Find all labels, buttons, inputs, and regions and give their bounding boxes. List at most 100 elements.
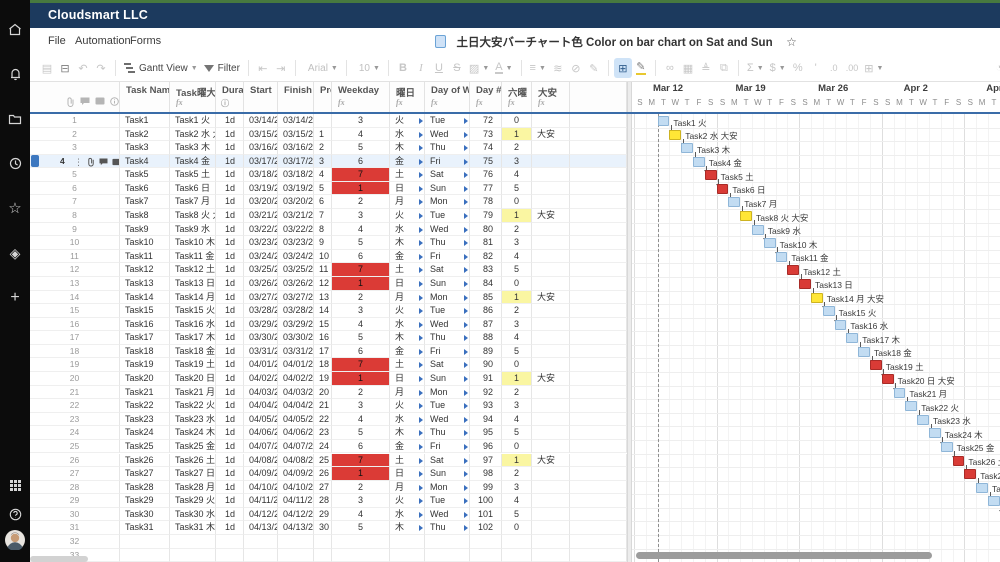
cell-day[interactable] bbox=[470, 535, 502, 549]
cell-day[interactable]: 91 bbox=[470, 372, 502, 386]
cell-wd[interactable]: 5 bbox=[332, 521, 390, 535]
cell-day[interactable]: 83 bbox=[470, 263, 502, 277]
cell-label[interactable]: Task17 木 bbox=[170, 331, 216, 345]
help-icon[interactable] bbox=[0, 503, 30, 525]
cell-start[interactable]: 03/14/23 bbox=[244, 114, 278, 128]
cell-day[interactable]: 98 bbox=[470, 467, 502, 481]
cell-spare[interactable] bbox=[570, 236, 627, 250]
gantt-bar-task16[interactable] bbox=[835, 320, 847, 330]
cell-day[interactable]: 87 bbox=[470, 318, 502, 332]
cell-taian[interactable] bbox=[532, 508, 570, 522]
cell-label[interactable]: Task23 水 bbox=[170, 413, 216, 427]
gantt-bar-task23[interactable] bbox=[917, 415, 929, 425]
cell-dow[interactable] bbox=[425, 535, 470, 549]
cell-dur[interactable]: 1d bbox=[216, 386, 244, 400]
cell-start[interactable]: 03/17/23 bbox=[244, 155, 278, 169]
cell-day[interactable]: 79 bbox=[470, 209, 502, 223]
cell-pre[interactable] bbox=[314, 114, 332, 128]
cell-taian[interactable] bbox=[532, 318, 570, 332]
cell-task[interactable]: Task22 bbox=[120, 399, 170, 413]
cell-dur[interactable]: 1d bbox=[216, 508, 244, 522]
cell-day[interactable]: 97 bbox=[470, 454, 502, 468]
cell-taian[interactable] bbox=[532, 155, 570, 169]
cell-day[interactable]: 73 bbox=[470, 128, 502, 142]
cell-pre[interactable]: 19 bbox=[314, 372, 332, 386]
cell-taian[interactable]: 大安 bbox=[532, 209, 570, 223]
cell-rok[interactable]: 0 bbox=[502, 114, 532, 128]
cell-spare[interactable] bbox=[570, 454, 627, 468]
cell-yobi[interactable]: 日 bbox=[390, 467, 425, 481]
cell-spare[interactable] bbox=[570, 195, 627, 209]
row-number[interactable]: 6 bbox=[30, 182, 120, 196]
cell-finish[interactable]: 03/25/23 bbox=[278, 263, 314, 277]
menu-automation[interactable]: Automation bbox=[75, 28, 131, 55]
cell-taian[interactable] bbox=[532, 521, 570, 535]
cell-day[interactable]: 80 bbox=[470, 223, 502, 237]
cell-wd[interactable]: 4 bbox=[332, 128, 390, 142]
cell-pre[interactable]: 29 bbox=[314, 508, 332, 522]
cell-taian[interactable] bbox=[532, 386, 570, 400]
cell-finish[interactable]: 03/23/23 bbox=[278, 236, 314, 250]
cell-yobi[interactable]: 火 bbox=[390, 209, 425, 223]
gantt-bar-task21[interactable] bbox=[894, 388, 906, 398]
cell-dow[interactable]: Wed bbox=[425, 413, 470, 427]
cell-task[interactable] bbox=[120, 549, 170, 562]
cell-taian[interactable] bbox=[532, 223, 570, 237]
cell-pre[interactable]: 27 bbox=[314, 481, 332, 495]
cell-rok[interactable]: 0 bbox=[502, 358, 532, 372]
cell-taian[interactable] bbox=[532, 549, 570, 562]
cell-dur[interactable]: 1d bbox=[216, 454, 244, 468]
cell-dow[interactable]: Fri bbox=[425, 250, 470, 264]
cell-spare[interactable] bbox=[570, 481, 627, 495]
cell-finish[interactable]: 03/30/23 bbox=[278, 331, 314, 345]
cell-finish[interactable]: 03/17/23 bbox=[278, 155, 314, 169]
cell-yobi[interactable]: 水 bbox=[390, 223, 425, 237]
cell-pre[interactable] bbox=[314, 535, 332, 549]
cell-dow[interactable]: Thu bbox=[425, 141, 470, 155]
borders-button[interactable]: ⊞ bbox=[614, 58, 632, 78]
cell-yobi[interactable]: 土 bbox=[390, 454, 425, 468]
cell-finish[interactable]: 03/20/23 bbox=[278, 195, 314, 209]
cell-spare[interactable] bbox=[570, 426, 627, 440]
gantt-bar-task20[interactable] bbox=[882, 374, 894, 384]
gantt-bar-task12[interactable] bbox=[787, 265, 799, 275]
cell-yobi[interactable] bbox=[390, 549, 425, 562]
cell-taian[interactable] bbox=[532, 413, 570, 427]
view-switcher-button[interactable]: Gantt View▼ bbox=[121, 58, 201, 78]
row-number[interactable]: 30 bbox=[30, 508, 120, 522]
cell-finish[interactable]: 04/06/23 bbox=[278, 426, 314, 440]
gantt-bar-task6[interactable] bbox=[717, 184, 729, 194]
cell-task[interactable]: Task29 bbox=[120, 494, 170, 508]
cell-taian[interactable] bbox=[532, 236, 570, 250]
more-options-button[interactable]: ◔ bbox=[990, 58, 1000, 78]
row-number[interactable]: 13 bbox=[30, 277, 120, 291]
cell-task[interactable]: Task10 bbox=[120, 236, 170, 250]
cell-task[interactable]: Task2 bbox=[120, 128, 170, 142]
cell-dow[interactable]: Wed bbox=[425, 508, 470, 522]
cell-pre[interactable]: 3 bbox=[314, 155, 332, 169]
cell-wd[interactable]: 4 bbox=[332, 413, 390, 427]
cell-spare[interactable] bbox=[570, 521, 627, 535]
cell-pre[interactable]: 7 bbox=[314, 209, 332, 223]
cell-rok[interactable]: 5 bbox=[502, 182, 532, 196]
cell-dur[interactable]: 1d bbox=[216, 195, 244, 209]
row-number[interactable]: 14 bbox=[30, 291, 120, 305]
row-number[interactable]: 29 bbox=[30, 494, 120, 508]
cell-pre[interactable]: 22 bbox=[314, 413, 332, 427]
cell-wd[interactable]: 5 bbox=[332, 331, 390, 345]
cell-rok[interactable]: 4 bbox=[502, 250, 532, 264]
cell-wd[interactable] bbox=[332, 535, 390, 549]
cell-taian[interactable] bbox=[532, 195, 570, 209]
cell-start[interactable]: 03/29/23 bbox=[244, 318, 278, 332]
cell-day[interactable]: 101 bbox=[470, 508, 502, 522]
insert-image-button[interactable]: ▦ bbox=[679, 58, 697, 78]
cell-task[interactable]: Task13 bbox=[120, 277, 170, 291]
highlight-button[interactable]: ✎ bbox=[632, 58, 650, 78]
cell-rok[interactable]: 4 bbox=[502, 331, 532, 345]
cell-taian[interactable] bbox=[532, 263, 570, 277]
cell-rok[interactable]: 5 bbox=[502, 263, 532, 277]
cell-day[interactable]: 81 bbox=[470, 236, 502, 250]
cell-dur[interactable]: 1d bbox=[216, 331, 244, 345]
cell-rok[interactable] bbox=[502, 535, 532, 549]
cell-dow[interactable]: Thu bbox=[425, 331, 470, 345]
